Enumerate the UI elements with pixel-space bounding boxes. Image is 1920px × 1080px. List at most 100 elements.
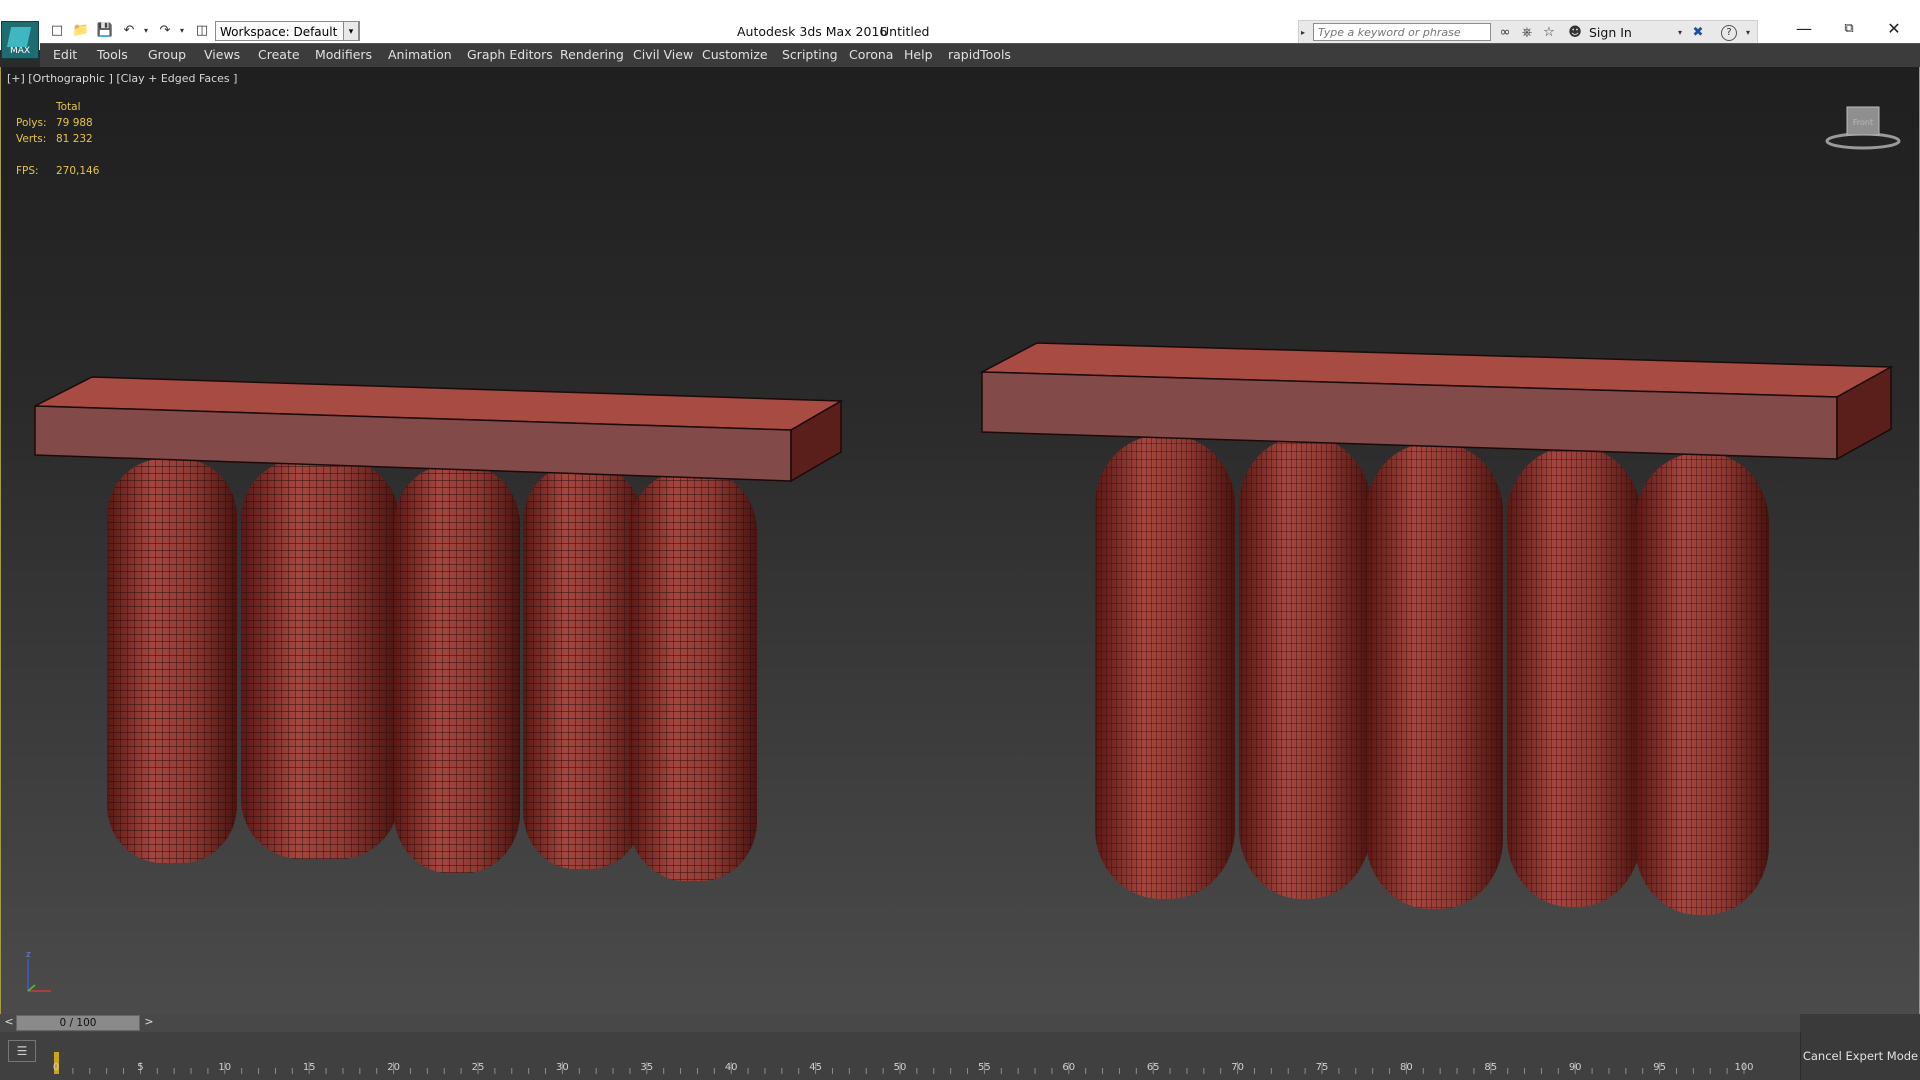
menu-help[interactable]: Help [904, 47, 933, 62]
menu-group[interactable]: Group [148, 47, 186, 62]
app-menu-button[interactable]: MAX [1, 21, 39, 59]
workspace-value: Workspace: Default [220, 25, 338, 39]
frame-tick-label: 50 [893, 1062, 907, 1073]
viewcube-face-label: Front [1853, 118, 1873, 127]
menu-tools[interactable]: Tools [97, 47, 128, 62]
stats-header: Total [56, 101, 81, 113]
frame-tick-label: 85 [1484, 1062, 1498, 1073]
frame-tick-label: 80 [1400, 1062, 1413, 1073]
frame-tick-label: 95 [1653, 1062, 1666, 1073]
curve-editor-icon[interactable]: ☰ [8, 1040, 36, 1062]
right-slab [979, 342, 1894, 461]
time-slider-track[interactable]: < 0 / 100 > [0, 1014, 1800, 1033]
timeline-area: < 0 / 100 > ☰ 0 5 10 15 20 25 30 35 40 45 50 55 60 65… [0, 1014, 1920, 1080]
frame-tick-label: 40 [724, 1062, 738, 1073]
help-icon[interactable]: ? [1721, 25, 1737, 41]
new-file-icon[interactable]: □ [47, 22, 67, 40]
expand-search-icon[interactable]: ▸ [1297, 24, 1309, 42]
menu-edit[interactable]: Edit [53, 47, 77, 62]
menu-modifiers[interactable]: Modifiers [315, 47, 372, 62]
workspace-dropdown[interactable]: Workspace: Default ▾ [215, 21, 360, 41]
frame-tick-label: 30 [556, 1062, 569, 1073]
max-logo-icon [6, 27, 32, 47]
sign-in-dropdown-icon[interactable]: ▾ [1671, 24, 1689, 42]
axis-tripod-icon: z [26, 950, 51, 992]
viewport-label[interactable]: [+] [Orthographic ] [Clay + Edged Faces … [7, 72, 237, 85]
viewport-orthographic[interactable]: [+] [Orthographic ] [Clay + Edged Faces … [0, 67, 1920, 1014]
frame-tick-label: 75 [1315, 1062, 1329, 1073]
exchange-apps-icon[interactable]: ✖ [1689, 24, 1707, 42]
binoculars-icon[interactable]: ∞ [1496, 24, 1514, 42]
cushion-10 [1635, 453, 1769, 915]
menu-animation[interactable]: Animation [388, 47, 452, 62]
polys-label: Polys: [16, 117, 47, 129]
cushion-2 [241, 459, 399, 859]
axis-z-label: z [26, 950, 31, 960]
frame-tick-label: 45 [809, 1062, 822, 1073]
menu-graph-editors[interactable]: Graph Editors [467, 47, 553, 62]
menu-scripting[interactable]: Scripting [782, 47, 838, 62]
app-icon-label: MAX [9, 46, 31, 56]
save-file-icon[interactable]: 💾 [95, 22, 115, 40]
favorites-star-icon[interactable]: ☆ [1540, 24, 1558, 42]
cushion-3 [394, 465, 520, 873]
cushion-7 [1239, 437, 1371, 899]
sign-in-link[interactable]: Sign In [1589, 25, 1632, 40]
close-icon[interactable]: ✕ [1874, 17, 1914, 41]
minimize-icon[interactable]: — [1784, 17, 1824, 41]
viewcube-icon[interactable]: Front [1823, 103, 1903, 153]
open-file-icon[interactable]: 📁 [71, 22, 91, 40]
frame-tick-label: 70 [1231, 1062, 1244, 1073]
frame-tick-label: 20 [387, 1062, 400, 1073]
menu-rapidtools[interactable]: rapidTools [948, 47, 1011, 62]
frame-tick-label: 55 [978, 1062, 991, 1073]
menu-bar: Edit Tools Group Views Create Modifiers … [40, 43, 1920, 67]
frame-tick-label: 15 [302, 1062, 316, 1073]
cushion-9 [1507, 447, 1641, 907]
left-cushion-group [107, 459, 757, 881]
cushion-5 [629, 471, 757, 881]
cushion-8 [1366, 443, 1503, 909]
scene-render [34, 342, 1894, 915]
time-next-button[interactable]: > [142, 1015, 156, 1031]
frame-tick-label: 60 [1062, 1062, 1076, 1073]
frame-tick-label: 5 [137, 1062, 144, 1073]
verts-value: 81 232 [56, 133, 93, 145]
menu-customize[interactable]: Customize [702, 47, 768, 62]
cushion-4 [523, 465, 643, 869]
customize-quick-access-icon[interactable]: ▾ [343, 21, 359, 41]
menu-civil-view[interactable]: Civil View [633, 47, 693, 62]
project-folder-icon[interactable]: ◫ [192, 22, 212, 40]
menu-create[interactable]: Create [258, 47, 300, 62]
infocenter-toolbar: ▸ ∞ ⎈ ☆ ☻ Sign In ▾ ✖ ? ▾ [1298, 20, 1758, 44]
undo-dropdown-icon[interactable]: ▾ [136, 22, 156, 40]
document-title: Untitled [880, 24, 930, 39]
time-slider-handle[interactable]: 0 / 100 [16, 1015, 140, 1031]
help-dropdown-icon[interactable]: ▾ [1739, 24, 1757, 42]
right-cushion-group [1095, 435, 1769, 915]
fps-value: 270,146 [56, 165, 100, 177]
menu-corona[interactable]: Corona [849, 47, 893, 62]
menu-rendering[interactable]: Rendering [560, 47, 624, 62]
redo-dropdown-icon[interactable]: ▾ [172, 22, 192, 40]
polys-value: 79 988 [56, 117, 93, 129]
frame-tick-label: 65 [1146, 1062, 1160, 1073]
subscription-icon[interactable]: ⎈ [1518, 24, 1536, 42]
frame-tick-label: 35 [640, 1062, 654, 1073]
verts-label: Verts: [16, 133, 47, 145]
app-title: Autodesk 3ds Max 2016 [737, 24, 888, 39]
user-icon: ☻ [1568, 25, 1582, 40]
fps-label: FPS: [16, 165, 39, 177]
restore-icon[interactable]: ⧉ [1829, 17, 1869, 41]
cushion-1 [107, 459, 237, 863]
search-input[interactable] [1313, 23, 1491, 41]
menu-views[interactable]: Views [204, 47, 240, 62]
frame-tick-label: 10 [218, 1062, 232, 1073]
cancel-expert-mode-button[interactable]: Cancel Expert Mode [1800, 1032, 1920, 1080]
time-prev-button[interactable]: < [2, 1015, 16, 1031]
frame-tick-label: 25 [471, 1062, 485, 1073]
track-bar[interactable]: ☰ 0 5 10 15 20 25 30 35 40 45 50 55 60 65 70 75 80 85 90 95… [0, 1032, 1800, 1080]
frame-tick-label: 0 [52, 1062, 60, 1073]
frame-tick-label: 100 [1734, 1062, 1754, 1073]
cushion-6 [1095, 435, 1235, 899]
